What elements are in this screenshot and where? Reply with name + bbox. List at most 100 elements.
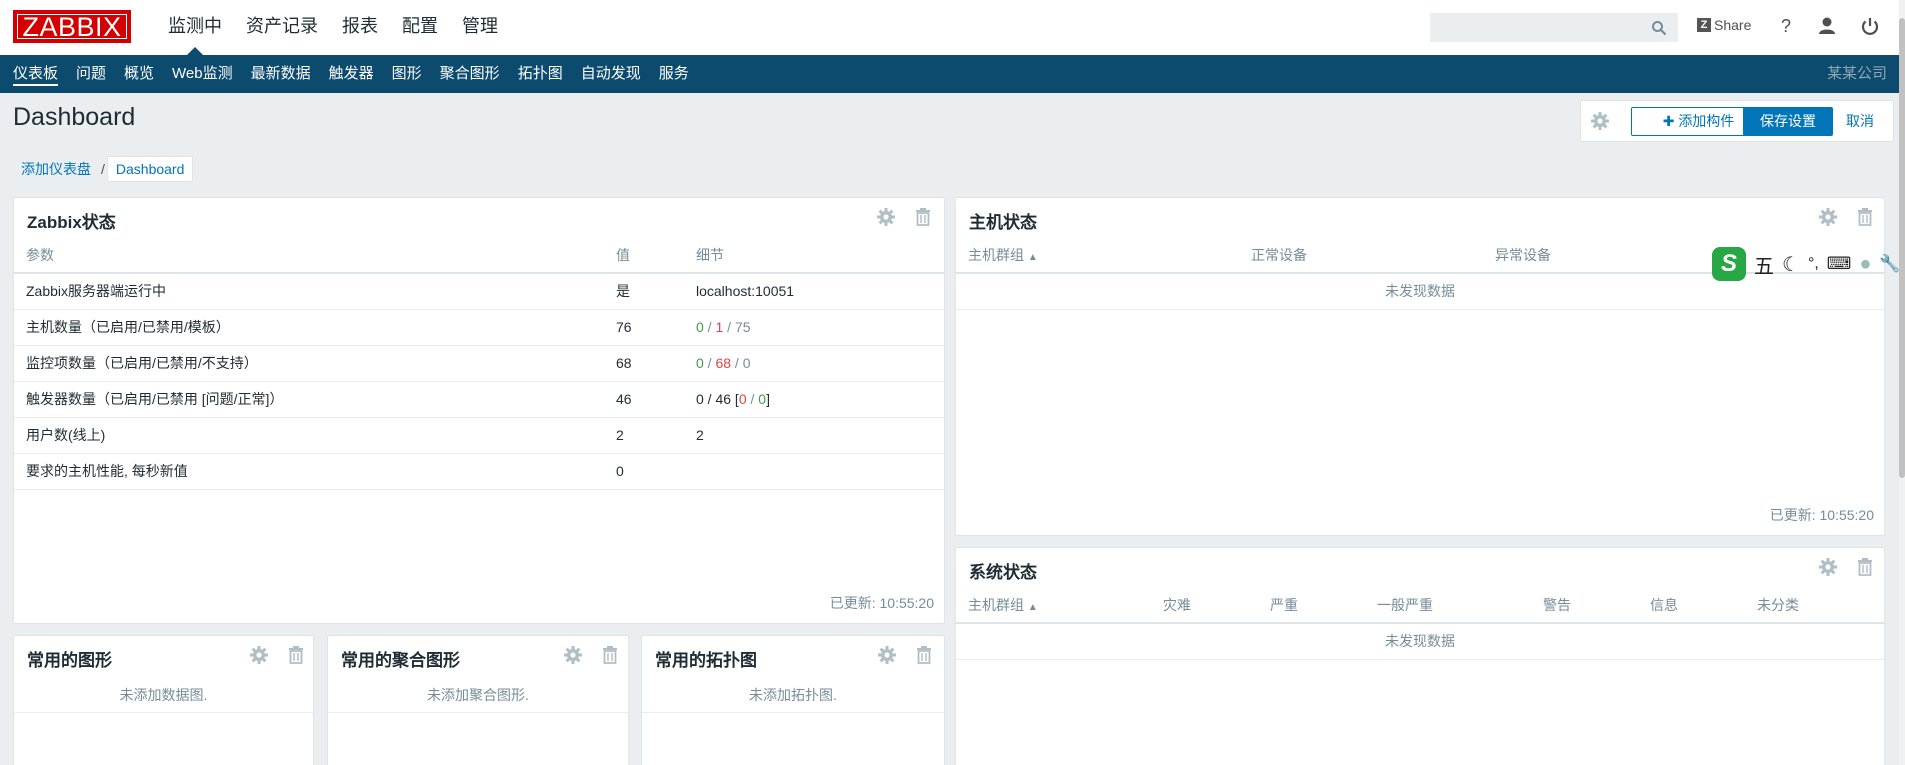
ime-logo-icon[interactable]: S [1712,247,1746,281]
table-row: Zabbix服务器端运行中 是 localhost:10051 [14,273,944,310]
empty-message: 未添加聚合图形. [328,677,628,713]
widget-delete-trash-icon[interactable] [287,645,305,665]
top-menu-monitoring[interactable]: 监测中 [156,0,234,55]
column-header-disaster: 灾难 [1151,588,1258,624]
param-cell: 要求的主机性能, 每秒新值 [14,453,604,490]
user-profile-icon[interactable] [1816,15,1838,37]
ime-toolbar[interactable]: S 五 ☾ °, ⌨ ● 🔧 [1712,246,1905,282]
sub-nav-problems[interactable]: 问题 [67,55,115,93]
widget-header: 常用的聚合图形 [328,636,628,676]
param-cell: 用户数(线上) [14,417,604,454]
sub-nav-screens[interactable]: 聚合图形 [431,55,509,93]
save-settings-button[interactable]: 保存设置 [1743,107,1833,136]
widget-settings-gear-icon[interactable] [876,207,896,227]
value-cell: 46 [604,381,684,418]
search-input[interactable] [1430,13,1678,42]
param-cell: 触发器数量（已启用/已禁用 [问题/正常]） [14,381,604,418]
ime-user-icon[interactable]: ● [1859,253,1871,276]
widget-title: 主机状态 [969,213,1037,232]
param-cell: Zabbix服务器端运行中 [14,273,604,310]
breadcrumb-parent[interactable]: 添加仪表盘 [13,157,99,181]
ime-punctuation-icon[interactable]: °, [1808,255,1819,273]
page-scrollbar[interactable] [1899,0,1905,765]
widget-zabbix-status: Zabbix状态 参数 值 细节 Zabbix服务器端运行中 是 localho… [13,197,945,624]
details-cell: 2 [684,417,944,454]
table-row: 触发器数量（已启用/已禁用 [问题/正常]） 46 0 / 46 [0 / 0] [14,381,944,418]
sub-nav-overview[interactable]: 概览 [115,55,163,93]
details-cell: 0 / 46 [0 / 0] [684,381,944,418]
sort-asc-icon: ▲ [1027,252,1038,263]
dashboard-edit-controls: ✚ 添加构件 保存设置 取消 [1580,100,1894,142]
sub-nav-services[interactable]: 服务 [650,55,698,93]
sub-nav-discovery[interactable]: 自动发现 [572,55,650,93]
widget-delete-trash-icon[interactable] [1856,557,1874,577]
zabbix-logo[interactable]: ZABBIX [13,10,131,43]
widget-settings-gear-icon[interactable] [563,645,583,665]
top-menu-reports[interactable]: 报表 [330,0,390,55]
widget-delete-trash-icon[interactable] [601,645,619,665]
widget-delete-trash-icon[interactable] [914,207,932,227]
share-label: Share [1714,17,1752,33]
sub-nav: 仪表板 问题 概览 Web监测 最新数据 触发器 图形 聚合图形 拓扑图 自动发… [0,55,1905,93]
widget-header: 常用的图形 [14,636,313,676]
widget-header: 主机状态 [956,198,1884,238]
details-cell: 0 / 1 / 75 [684,309,944,346]
ime-mode-label[interactable]: 五 [1754,250,1774,279]
empty-message: 未添加拓扑图. [642,677,944,713]
column-header-details: 细节 [684,238,944,274]
sub-nav-graphs[interactable]: 图形 [383,55,431,93]
company-name: 某某公司 [1826,65,1887,82]
param-cell: 监控项数量（已启用/已禁用/不支持） [14,345,604,382]
sub-nav-web[interactable]: Web监测 [163,55,242,93]
ime-keyboard-icon[interactable]: ⌨ [1827,254,1852,274]
widget-settings-gear-icon[interactable] [877,645,897,665]
sub-nav-triggers[interactable]: 触发器 [320,55,383,93]
breadcrumb-current[interactable]: Dashboard [106,156,194,182]
column-header-host-group[interactable]: 主机群组 ▲ [956,238,1239,274]
share-button[interactable]: Z Share [1697,17,1751,33]
widget-favourite-maps: 常用的拓扑图 未添加拓扑图. [641,635,945,765]
dashboard-settings-gear-icon[interactable] [1590,111,1610,131]
value-cell: 0 [604,453,684,490]
widget-title: 常用的拓扑图 [655,651,757,670]
sub-nav-latest-data[interactable]: 最新数据 [242,55,320,93]
last-updated: 已更新: 10:55:20 [1769,507,1874,523]
no-data-message: 未发现数据 [956,623,1884,660]
widget-delete-trash-icon[interactable] [915,645,933,665]
widget-settings-gear-icon[interactable] [249,645,269,665]
search-icon[interactable] [1651,20,1667,36]
top-menu-configuration[interactable]: 配置 [390,0,450,55]
widget-settings-gear-icon[interactable] [1818,207,1838,227]
widget-settings-gear-icon[interactable] [1818,557,1838,577]
table-row: 用户数(线上) 2 2 [14,417,944,454]
cancel-button[interactable]: 取消 [1846,107,1874,136]
add-widget-label: 添加构件 [1678,113,1735,129]
sub-nav-maps[interactable]: 拓扑图 [509,55,572,93]
column-header-average: 一般严重 [1365,588,1531,624]
scrollbar-thumb[interactable] [1899,18,1905,478]
ime-settings-wrench-icon[interactable]: 🔧 [1879,254,1900,274]
details-cell: localhost:10051 [684,273,944,310]
column-header-high: 严重 [1258,588,1365,624]
column-header-not-classified: 未分类 [1745,588,1884,624]
signout-icon[interactable] [1859,15,1881,37]
ime-moon-icon[interactable]: ☾ [1782,252,1800,277]
column-header-host-group[interactable]: 主机群组 ▲ [956,588,1151,624]
top-menu-administration[interactable]: 管理 [450,0,510,55]
widget-header: 常用的拓扑图 [642,636,944,676]
sub-nav-dashboard[interactable]: 仪表板 [4,55,67,93]
column-header-ok: 正常设备 [1239,238,1483,274]
empty-message: 未添加数据图. [14,677,313,713]
widget-header: Zabbix状态 [14,198,944,238]
table-row: 主机数量（已启用/已禁用/模板） 76 0 / 1 / 75 [14,309,944,346]
value-cell: 68 [604,345,684,382]
column-header-value: 值 [604,238,684,274]
top-menu-inventory[interactable]: 资产记录 [234,0,330,55]
widget-delete-trash-icon[interactable] [1856,207,1874,227]
column-header-param: 参数 [14,238,604,274]
breadcrumb-separator: / [101,161,105,177]
widget-favourite-graphs: 常用的图形 未添加数据图. [13,635,314,765]
column-header-info: 信息 [1638,588,1745,624]
value-cell: 2 [604,417,684,454]
help-icon[interactable]: ? [1775,15,1797,37]
